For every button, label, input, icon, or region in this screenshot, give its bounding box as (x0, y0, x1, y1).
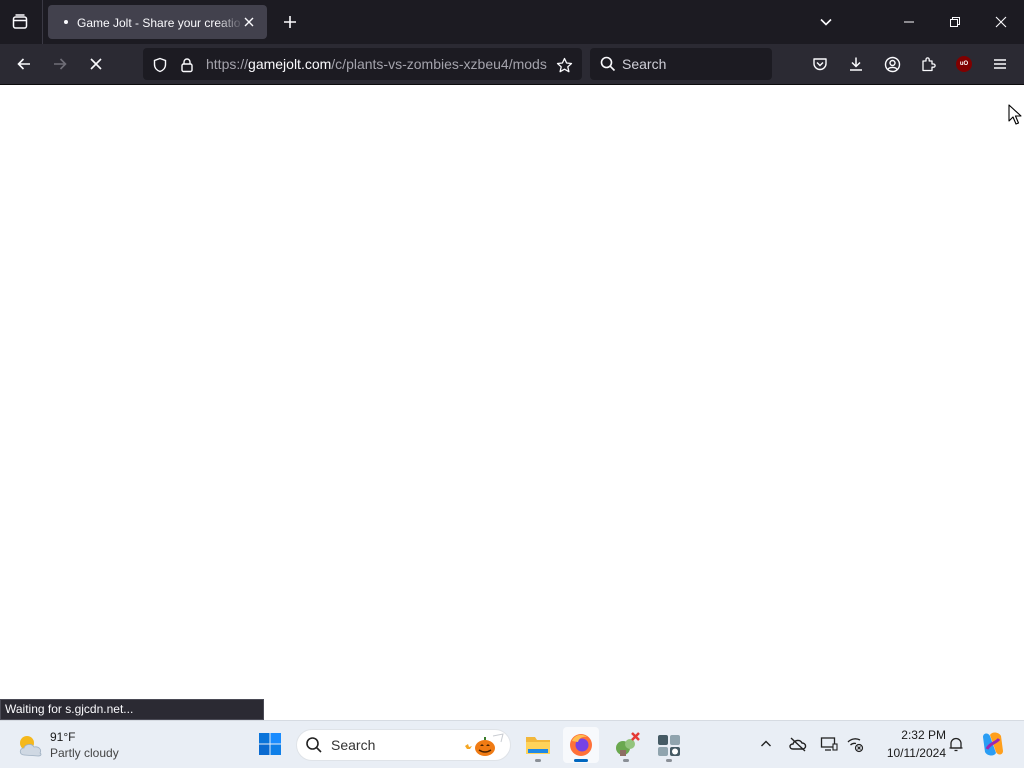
lock-icon (181, 58, 193, 73)
taskbar: 91°F Partly cloudy Search 2:32 PM 10/11/… (0, 720, 1024, 768)
windows-logo-icon (259, 733, 281, 755)
mouse-cursor-icon (1008, 104, 1022, 125)
firefox-app[interactable] (563, 727, 599, 763)
onedrive-button[interactable] (787, 733, 809, 755)
close-icon (995, 16, 1007, 28)
tab-loading-indicator (64, 20, 68, 24)
display-button[interactable] (818, 733, 840, 755)
extensions-button[interactable] (914, 50, 942, 78)
restore-icon (950, 17, 960, 27)
list-all-tabs-button[interactable] (812, 8, 840, 36)
stop-x-icon (90, 58, 102, 70)
downloads-button[interactable] (842, 50, 870, 78)
notification-bell-icon (949, 737, 963, 752)
pumpkin-icon (465, 733, 504, 756)
taskbar-search-box[interactable]: Search (296, 729, 511, 761)
url-domain: gamejolt.com (248, 56, 332, 72)
notifications-button[interactable] (945, 733, 967, 755)
game-app[interactable] (608, 727, 644, 763)
site-security-button[interactable] (178, 56, 196, 74)
active-tab[interactable]: Game Jolt - Share your creations (48, 5, 267, 39)
clock-time: 2:32 PM (901, 728, 946, 742)
minimize-icon (904, 21, 914, 23)
star-icon (556, 57, 572, 72)
url-text[interactable]: https://gamejolt.com/c/plants-vs-zombies… (206, 55, 549, 73)
chevron-down-icon (820, 18, 832, 26)
wifi-disconnected-icon (847, 738, 864, 753)
onedrive-offline-icon (789, 737, 807, 752)
tab-separator (42, 0, 43, 44)
forward-button[interactable] (46, 50, 74, 78)
account-button[interactable] (878, 50, 906, 78)
file-explorer-app[interactable] (520, 727, 556, 763)
close-icon (244, 17, 254, 27)
arrow-left-icon (17, 58, 30, 70)
page-content (0, 85, 1024, 720)
restore-button[interactable] (932, 6, 978, 38)
navigation-toolbar: https://gamejolt.com/c/plants-vs-zombies… (0, 44, 1024, 85)
new-tab-button[interactable] (277, 9, 303, 35)
browser-title-bar: Game Jolt - Share your creations (0, 0, 1024, 44)
game-app-icon (616, 732, 640, 756)
system-clock[interactable]: 2:32 PM 10/11/2024 (874, 727, 946, 763)
status-panel: Waiting for s.gjcdn.net... (0, 699, 264, 720)
minimize-button[interactable] (886, 6, 932, 38)
firefox-icon (570, 734, 592, 756)
tracking-protection-button[interactable] (151, 56, 169, 74)
show-hidden-icons-button[interactable] (755, 733, 777, 755)
weather-condition: Partly cloudy (50, 746, 119, 760)
weather-temperature: 91°F (50, 730, 76, 744)
ublock-origin-button[interactable]: uO (950, 50, 978, 78)
search-placeholder: Search (622, 56, 667, 72)
puzzle-icon (921, 56, 936, 71)
search-icon (306, 737, 322, 753)
weather-widget[interactable]: 91°F Partly cloudy (14, 727, 144, 763)
chevron-up-icon (761, 740, 771, 747)
folder-icon (526, 737, 550, 754)
display-icon (820, 737, 838, 751)
partly-cloudy-icon (19, 736, 42, 757)
account-icon (884, 56, 900, 72)
search-icon (600, 56, 616, 72)
plus-icon (284, 16, 296, 28)
pocket-icon (813, 58, 827, 71)
shield-icon (153, 57, 167, 73)
hamburger-icon (994, 59, 1006, 69)
start-button[interactable] (255, 729, 285, 759)
copilot-icon[interactable] (978, 729, 1008, 759)
ublock-origin-icon: uO (956, 56, 972, 72)
url-protocol: https:// (206, 56, 249, 72)
back-button[interactable] (10, 50, 38, 78)
bookmark-button[interactable] (555, 56, 573, 74)
pocket-button[interactable] (806, 50, 834, 78)
control-panel-icon (658, 735, 680, 756)
download-icon (850, 57, 862, 71)
tab-list-icon (12, 14, 28, 29)
tab-list-button[interactable] (4, 6, 36, 38)
address-bar[interactable]: https://gamejolt.com/c/plants-vs-zombies… (143, 48, 582, 80)
system-app[interactable] (651, 727, 687, 763)
close-tab-button[interactable] (241, 14, 257, 30)
taskbar-search-placeholder: Search (331, 737, 376, 753)
url-path: /c/plants-vs-zombies-xzbeu4/mods (331, 56, 547, 72)
clock-date: 10/11/2024 (886, 746, 946, 760)
search-bar[interactable]: Search (590, 48, 772, 80)
stop-loading-button[interactable] (82, 50, 110, 78)
network-button[interactable] (844, 733, 866, 755)
open-menu-button[interactable] (986, 50, 1014, 78)
arrow-right-icon (54, 58, 67, 70)
window-close-button[interactable] (978, 6, 1024, 38)
